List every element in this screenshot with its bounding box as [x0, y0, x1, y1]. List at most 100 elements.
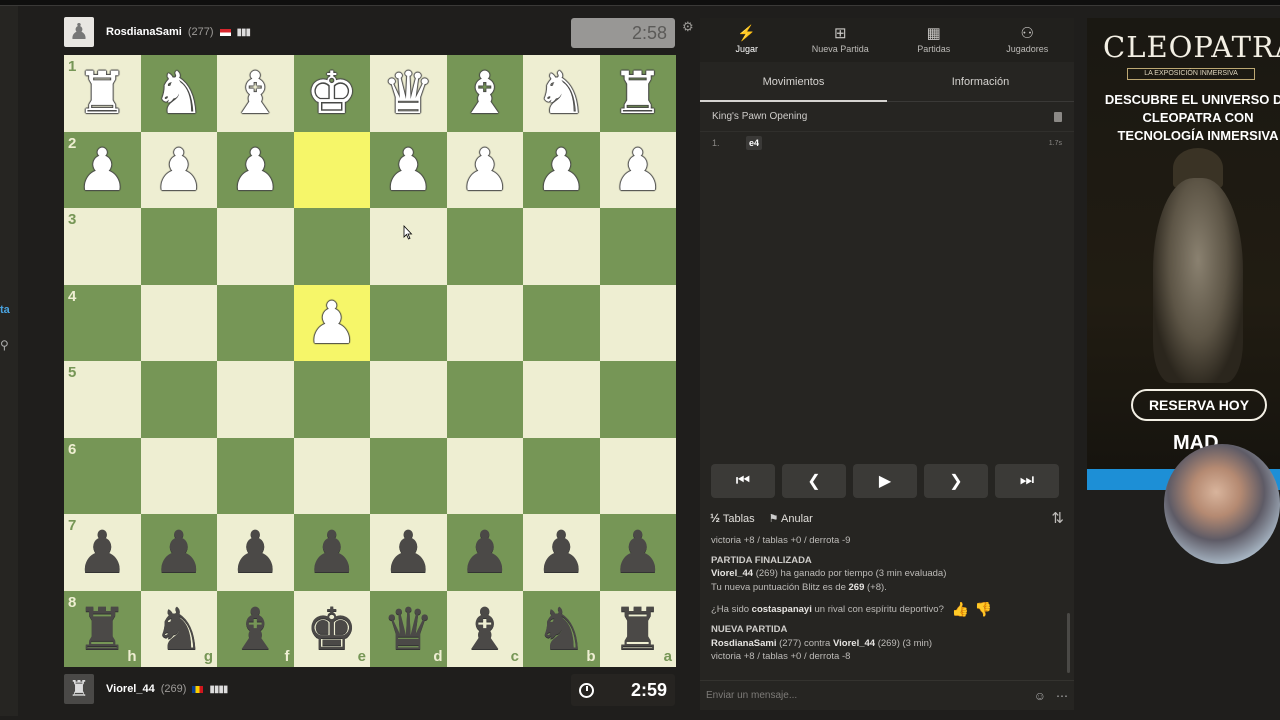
- white-rook-icon[interactable]: ♜: [76, 64, 128, 122]
- square-a3[interactable]: [599, 208, 676, 285]
- opening-name[interactable]: King's Pawn Opening: [712, 111, 807, 122]
- square-d3[interactable]: [370, 208, 447, 285]
- square-b5[interactable]: [523, 361, 600, 438]
- black-pawn-icon[interactable]: ♟: [76, 523, 128, 581]
- black-pawn-icon[interactable]: ♟: [612, 523, 664, 581]
- white-pawn-icon[interactable]: ♟: [382, 141, 434, 199]
- square-c2[interactable]: ♟: [446, 131, 523, 208]
- black-bishop-icon[interactable]: ♝: [459, 600, 511, 658]
- square-b2[interactable]: ♟: [523, 131, 600, 208]
- chat-player-link[interactable]: RosdianaSami: [711, 638, 776, 649]
- square-a6[interactable]: [599, 437, 676, 514]
- square-f5[interactable]: [217, 361, 294, 438]
- tab-partidas[interactable]: ▦ Partidas: [887, 18, 981, 62]
- square-d4[interactable]: [370, 284, 447, 361]
- square-b7[interactable]: ♟: [523, 514, 600, 591]
- square-g8[interactable]: ♞ g: [140, 590, 217, 667]
- square-h6[interactable]: 6: [64, 437, 141, 514]
- white-king-icon[interactable]: ♚: [306, 64, 358, 122]
- square-c7[interactable]: ♟: [446, 514, 523, 591]
- square-e1[interactable]: ♚: [293, 55, 370, 132]
- gear-icon[interactable]: ⚙: [682, 19, 694, 35]
- search-icon[interactable]: ⚲: [0, 338, 12, 354]
- white-pawn-icon[interactable]: ♟: [535, 141, 587, 199]
- square-c1[interactable]: ♝: [446, 55, 523, 132]
- white-knight-icon[interactable]: ♞: [535, 64, 587, 122]
- emoji-icon[interactable]: ☺: [1034, 689, 1046, 703]
- thumbs-down-icon[interactable]: 👎: [975, 602, 992, 617]
- square-d6[interactable]: [370, 437, 447, 514]
- square-h8[interactable]: ♜ 8 h: [64, 590, 141, 667]
- white-pawn-icon[interactable]: ♟: [229, 141, 281, 199]
- square-f1[interactable]: ♝: [217, 55, 294, 132]
- chat-player-link[interactable]: Viorel_44: [833, 638, 875, 649]
- square-c8[interactable]: ♝ c: [446, 590, 523, 667]
- square-h4[interactable]: 4: [64, 284, 141, 361]
- white-pawn-icon[interactable]: ♟: [153, 141, 205, 199]
- black-pawn-icon[interactable]: ♟: [459, 523, 511, 581]
- black-pawn-icon[interactable]: ♟: [229, 523, 281, 581]
- white-rook-icon[interactable]: ♜: [612, 64, 664, 122]
- black-rook-icon[interactable]: ♜: [76, 600, 128, 658]
- white-pawn-icon[interactable]: ♟: [612, 141, 664, 199]
- black-pawn-icon[interactable]: ♟: [535, 523, 587, 581]
- tab-movimientos[interactable]: Movimientos: [700, 62, 887, 102]
- white-bishop-icon[interactable]: ♝: [229, 64, 281, 122]
- square-h3[interactable]: 3: [64, 208, 141, 285]
- square-d5[interactable]: [370, 361, 447, 438]
- square-f3[interactable]: [217, 208, 294, 285]
- white-bishop-icon[interactable]: ♝: [459, 64, 511, 122]
- square-e3[interactable]: [293, 208, 370, 285]
- white-knight-icon[interactable]: ♞: [153, 64, 205, 122]
- tab-informacion[interactable]: Información: [887, 62, 1074, 101]
- square-a1[interactable]: ♜: [599, 55, 676, 132]
- square-d8[interactable]: ♛ d: [370, 590, 447, 667]
- tab-nueva-partida[interactable]: ⊞ Nueva Partida: [794, 18, 888, 62]
- black-bishop-icon[interactable]: ♝: [229, 600, 281, 658]
- square-h2[interactable]: ♟ 2: [64, 131, 141, 208]
- square-g4[interactable]: [140, 284, 217, 361]
- square-a5[interactable]: [599, 361, 676, 438]
- chat-input[interactable]: Enviar un mensaje...: [706, 690, 797, 701]
- abort-button[interactable]: ⚑ Anular: [769, 512, 813, 525]
- ad-cta-button[interactable]: RESERVA HOY: [1131, 389, 1267, 421]
- white-queen-icon[interactable]: ♛: [382, 64, 434, 122]
- move-white[interactable]: e4: [746, 136, 763, 150]
- square-h1[interactable]: ♜ 1: [64, 55, 141, 132]
- square-b3[interactable]: [523, 208, 600, 285]
- more-options-icon[interactable]: ⋯: [1056, 689, 1068, 703]
- play-button[interactable]: ▶: [853, 464, 917, 498]
- chat-player-link[interactable]: costaspanayi: [752, 604, 812, 615]
- next-move-button[interactable]: ❯: [924, 464, 988, 498]
- square-h5[interactable]: 5: [64, 361, 141, 438]
- chess-board[interactable]: ♜ 1 ♞ ♝ ♚ ♛ ♝ ♞ ♜ ♟ 2 ♟ ♟ ♟ ♟ ♟ ♟ 3 4 ♟ 5 6 ♟ 7 ♟ ♟ ♟ ♟ ♟ ♟ ♟ ♜ 8 h ♞ g ♝ f ♚ e…: [64, 55, 676, 667]
- square-a8[interactable]: ♜ a: [599, 590, 676, 667]
- square-f4[interactable]: [217, 284, 294, 361]
- square-g1[interactable]: ♞: [140, 55, 217, 132]
- trash-icon[interactable]: [1054, 111, 1062, 122]
- advertisement-banner[interactable]: CLEOPATRA LA EXPOSICIÓN INMERSIVA DESCUB…: [1087, 18, 1280, 490]
- white-pawn-icon[interactable]: ♟: [459, 141, 511, 199]
- tab-jugadores[interactable]: ⚇ Jugadores: [981, 18, 1075, 62]
- avatar[interactable]: ♜: [64, 674, 94, 704]
- square-h7[interactable]: ♟ 7: [64, 514, 141, 591]
- square-b4[interactable]: [523, 284, 600, 361]
- square-d1[interactable]: ♛: [370, 55, 447, 132]
- square-g5[interactable]: [140, 361, 217, 438]
- square-d7[interactable]: ♟: [370, 514, 447, 591]
- square-a4[interactable]: [599, 284, 676, 361]
- square-b1[interactable]: ♞: [523, 55, 600, 132]
- bottom-player-name[interactable]: Viorel_44: [106, 683, 155, 695]
- thumbs-up-icon[interactable]: 👍: [952, 602, 969, 617]
- square-f2[interactable]: ♟: [217, 131, 294, 208]
- square-g3[interactable]: [140, 208, 217, 285]
- avatar[interactable]: ♟: [64, 17, 94, 47]
- black-queen-icon[interactable]: ♛: [382, 600, 434, 658]
- square-c5[interactable]: [446, 361, 523, 438]
- first-move-button[interactable]: ⏮: [711, 464, 775, 498]
- flip-board-icon[interactable]: ⇅: [1051, 509, 1064, 527]
- square-f6[interactable]: [217, 437, 294, 514]
- square-g7[interactable]: ♟: [140, 514, 217, 591]
- square-e2[interactable]: [293, 131, 370, 208]
- square-f7[interactable]: ♟: [217, 514, 294, 591]
